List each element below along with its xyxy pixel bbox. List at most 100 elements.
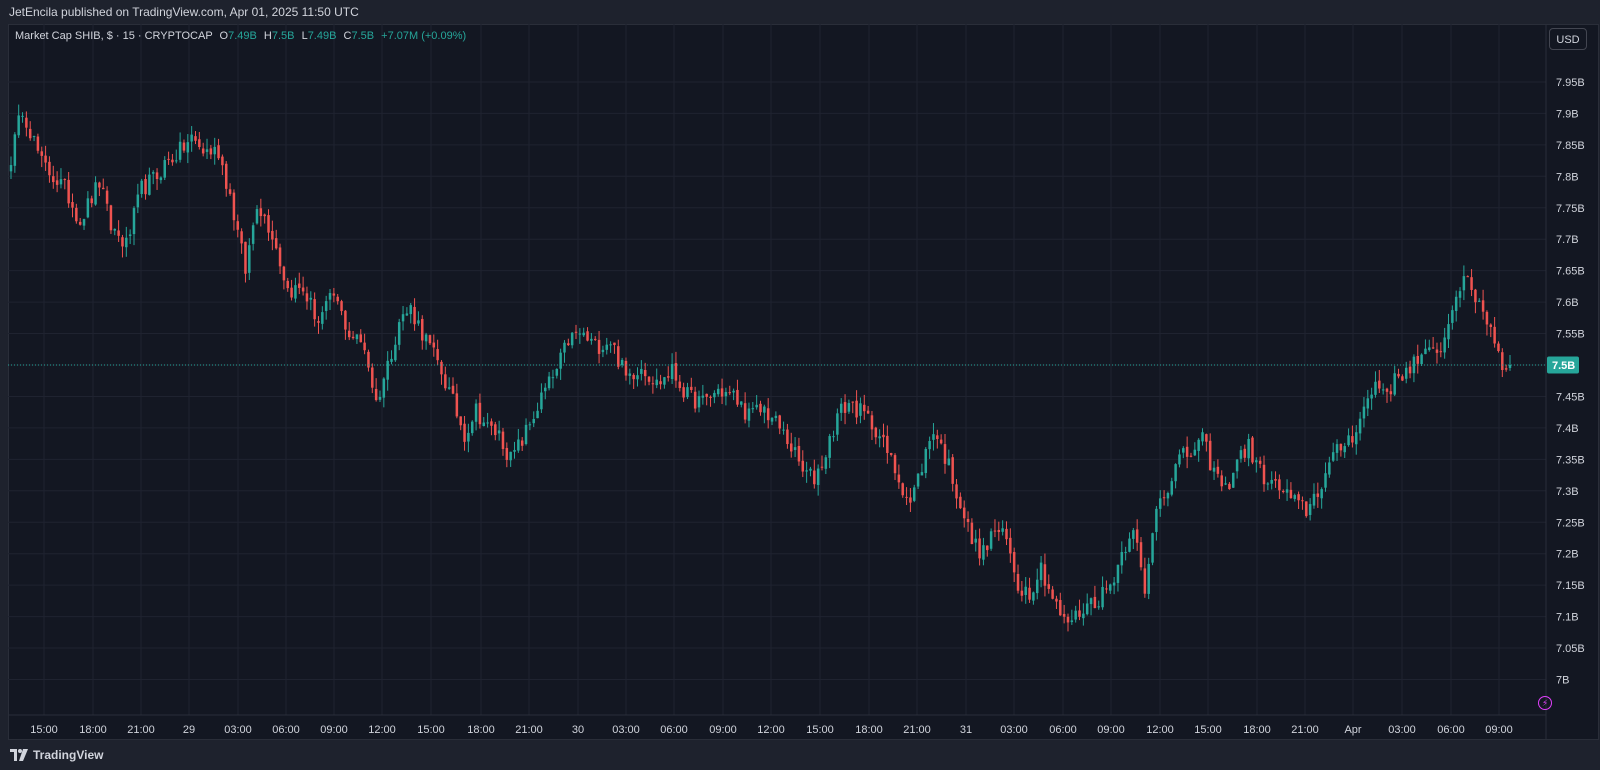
candle xyxy=(628,368,632,385)
candle-body xyxy=(271,230,274,240)
candle-body xyxy=(205,149,209,152)
lightning-icon[interactable]: ⚡ xyxy=(1538,696,1552,710)
candle xyxy=(224,161,228,197)
candle-body xyxy=(563,342,566,353)
x-tick-label: 06:00 xyxy=(1437,724,1465,736)
candle xyxy=(421,315,424,350)
candle-body xyxy=(878,436,881,439)
candle xyxy=(801,450,805,478)
candle xyxy=(713,390,716,404)
candle xyxy=(986,545,989,557)
candle xyxy=(67,171,70,208)
candle xyxy=(1139,537,1143,571)
candle-body xyxy=(282,266,286,281)
candle xyxy=(236,214,240,238)
y-tick-label: 7.85B xyxy=(1556,140,1585,152)
candle xyxy=(417,311,420,326)
candle xyxy=(920,463,924,476)
price-chart[interactable]: 7B 7.05B 7.1B 7.15B 7.2B 7.25B 7.3B 7.35B 7.4B 7.… xyxy=(0,0,1600,740)
candle-body xyxy=(647,376,651,382)
candle-body xyxy=(678,381,682,389)
candle-body xyxy=(578,333,582,335)
candle xyxy=(397,318,401,351)
candle-body xyxy=(1424,348,1427,355)
candle-body xyxy=(1274,479,1277,481)
candle-body xyxy=(540,392,543,410)
candle-body xyxy=(1066,616,1070,623)
candle xyxy=(1393,365,1396,397)
candle-body xyxy=(244,241,247,274)
candle-body xyxy=(359,334,363,343)
candle xyxy=(1185,436,1189,469)
price-axis[interactable]: 7B 7.05B 7.1B 7.15B 7.2B 7.25B 7.3B 7.35B 7.4B 7.… xyxy=(1556,77,1585,687)
x-tick-label: 12:00 xyxy=(1146,724,1174,736)
candle xyxy=(1266,482,1270,491)
candle xyxy=(1320,487,1323,509)
candle-body xyxy=(63,179,67,181)
candle xyxy=(40,146,43,168)
candle xyxy=(409,303,412,324)
candle xyxy=(874,426,878,445)
x-tick-label: 06:00 xyxy=(272,724,300,736)
candle xyxy=(1258,456,1262,469)
candle-body xyxy=(1035,579,1039,594)
candle xyxy=(313,292,316,327)
candle-body xyxy=(1062,613,1066,617)
y-tick-label: 7.65B xyxy=(1556,266,1585,278)
candle-body xyxy=(1039,562,1043,581)
candle xyxy=(978,528,981,566)
candle xyxy=(1020,581,1024,602)
candle-body xyxy=(951,457,954,484)
candle xyxy=(962,500,966,528)
candle xyxy=(301,276,305,296)
candle xyxy=(401,306,405,331)
candle-body xyxy=(993,530,997,532)
candle-body xyxy=(836,413,839,435)
candle-body xyxy=(570,332,574,346)
candle xyxy=(1431,337,1435,349)
candle-body xyxy=(494,424,497,436)
candle-body xyxy=(1074,610,1077,620)
candle-body xyxy=(1143,568,1147,594)
candle-body xyxy=(163,160,166,178)
candle xyxy=(1389,384,1393,402)
candle-body xyxy=(797,445,801,462)
candle xyxy=(382,377,386,408)
candle-body xyxy=(544,387,547,392)
candle-body xyxy=(1370,394,1373,399)
candle xyxy=(1331,442,1335,462)
candle-body xyxy=(1404,367,1408,379)
candle xyxy=(1324,462,1327,492)
candle-body xyxy=(924,448,928,474)
candle xyxy=(36,133,40,154)
candle xyxy=(893,453,897,480)
candle-body xyxy=(1331,452,1335,461)
currency-button[interactable]: USD xyxy=(1549,28,1587,50)
candle xyxy=(759,400,762,416)
time-axis[interactable]: 15:00 18:00 21:00 29 03:00 06:00 09:00 12:00 15:… xyxy=(30,724,1513,736)
candle-body xyxy=(605,344,609,350)
tradingview-logo[interactable]: TradingView xyxy=(10,747,103,763)
candle xyxy=(1028,577,1031,603)
candle xyxy=(290,279,293,301)
candle-body xyxy=(228,189,232,194)
candle xyxy=(1443,327,1446,359)
candle-body xyxy=(959,496,962,509)
candle-body xyxy=(28,128,32,139)
candle xyxy=(55,171,59,193)
candle-body xyxy=(532,419,535,424)
candle-body xyxy=(901,483,904,496)
candle xyxy=(1012,547,1016,583)
candle xyxy=(740,401,743,408)
candle-body xyxy=(716,388,720,395)
candle-body xyxy=(1485,311,1489,325)
candle-body xyxy=(478,402,482,425)
candle-body xyxy=(1420,354,1423,365)
candle xyxy=(1458,287,1462,308)
candle xyxy=(1247,433,1250,467)
candle-body xyxy=(186,142,190,153)
candle-body xyxy=(620,359,624,366)
candle xyxy=(1059,592,1062,616)
candle-body xyxy=(451,385,455,394)
candle xyxy=(582,327,585,337)
